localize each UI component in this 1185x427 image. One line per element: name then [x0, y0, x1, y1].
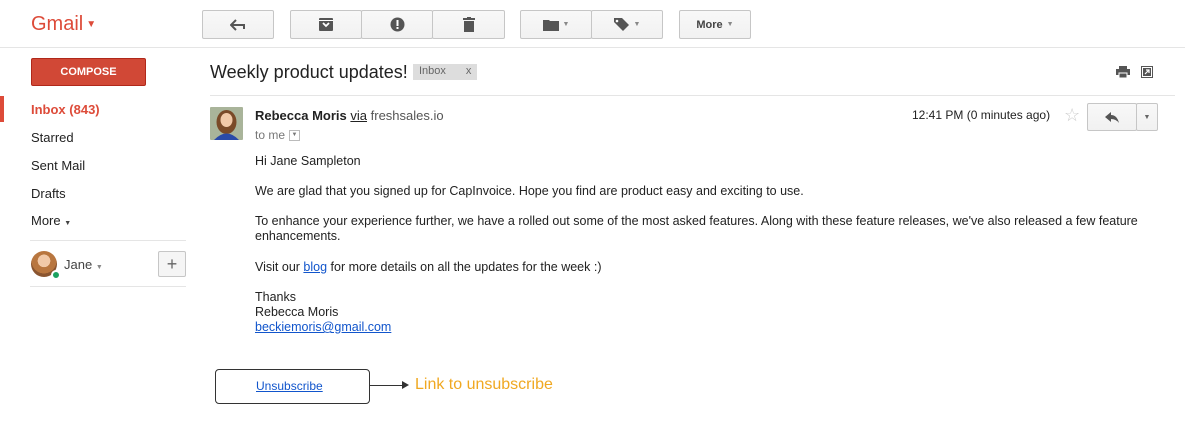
- report-spam-button[interactable]: [361, 10, 433, 39]
- caret-down-icon: ▼: [562, 21, 570, 28]
- archive-button[interactable]: [290, 10, 362, 39]
- more-button[interactable]: More ▼: [679, 10, 751, 39]
- organize-button-group: ▼ ▼: [520, 10, 663, 39]
- label-chip-name[interactable]: Inbox: [419, 65, 446, 79]
- greeting: Hi Jane Sampleton: [255, 154, 361, 168]
- signoff: Thanks: [255, 290, 296, 304]
- signature-name: Rebecca Moris: [255, 305, 339, 319]
- more-label: More: [31, 213, 61, 228]
- caret-down-icon: ▼: [633, 21, 641, 28]
- more-label: More: [696, 18, 723, 31]
- annotation-arrow: [370, 385, 405, 386]
- tag-icon: [613, 17, 629, 31]
- add-contact-button[interactable]: +: [158, 251, 186, 277]
- logo-text: Gmail: [31, 13, 84, 35]
- delete-button[interactable]: [432, 10, 505, 39]
- sidebar-item-more[interactable]: More ▼: [31, 213, 71, 228]
- active-indicator: [0, 96, 4, 122]
- caret-down-icon: ▼: [726, 21, 734, 28]
- sender-domain: freshsales.io: [370, 108, 444, 123]
- paragraph-text: Visit our: [255, 260, 304, 274]
- gmail-logo[interactable]: Gmail ▼: [31, 13, 96, 36]
- sidebar-item-sent-mail[interactable]: Sent Mail: [31, 158, 85, 173]
- reply-icon: [1105, 111, 1119, 123]
- archive-icon: [319, 18, 333, 31]
- sidebar: COMPOSE Inbox (843) Starred Sent Mail Dr…: [0, 48, 190, 427]
- compose-button[interactable]: COMPOSE: [31, 58, 146, 86]
- action-button-group: [290, 10, 505, 39]
- body-paragraph-1: We are glad that you signed up for CapIn…: [255, 184, 804, 198]
- email-subject: Weekly product updates!: [210, 62, 408, 82]
- divider: [30, 286, 186, 287]
- remove-label-icon[interactable]: x: [466, 65, 472, 79]
- arrow-head-icon: [402, 381, 409, 389]
- recipient-text: to me: [255, 128, 286, 142]
- caret-down-icon: ▼: [1143, 113, 1151, 121]
- caret-down-icon: ▼: [95, 264, 103, 271]
- caret-down-icon: ▼: [64, 220, 72, 227]
- spam-icon: [390, 17, 404, 32]
- folder-icon: [542, 19, 559, 31]
- account-name-label: Jane: [64, 257, 93, 272]
- sender-info: Rebecca Moris via freshsales.io: [255, 108, 444, 123]
- recipient-line: to me ▼: [255, 128, 301, 142]
- back-arrow-icon: [230, 18, 245, 31]
- move-to-button[interactable]: ▼: [520, 10, 592, 39]
- email-link[interactable]: beckiemoris@gmail.com: [255, 320, 391, 334]
- unsubscribe-callout-box: Unsubscribe: [215, 369, 370, 404]
- back-button[interactable]: [202, 10, 274, 39]
- new-window-icon[interactable]: [1141, 66, 1153, 81]
- account-name[interactable]: Jane ▼: [64, 257, 103, 272]
- sender-name[interactable]: Rebecca Moris: [255, 108, 347, 123]
- label-chip-inbox: Inbox x: [413, 64, 478, 80]
- labels-button[interactable]: ▼: [591, 10, 663, 39]
- trash-icon: [462, 17, 475, 32]
- signature-email: beckiemoris@gmail.com: [255, 320, 1155, 335]
- reply-button[interactable]: [1087, 103, 1137, 131]
- top-toolbar: Gmail ▼ ▼ ▼ More ▼: [0, 0, 1185, 48]
- online-status-icon: [51, 270, 61, 280]
- reply-button-group: ▼: [1087, 103, 1158, 131]
- body-paragraph-2: To enhance your experience further, we h…: [255, 214, 1138, 243]
- annotation-label: Link to unsubscribe: [415, 376, 553, 393]
- show-details-icon[interactable]: ▼: [289, 129, 301, 141]
- paragraph-text: for more details on all the updates for …: [327, 260, 602, 274]
- via-link[interactable]: via: [350, 108, 367, 123]
- caret-down-icon: ▼: [86, 19, 97, 30]
- message-timestamp: 12:41 PM (0 minutes ago): [912, 108, 1051, 122]
- star-icon[interactable]: ☆: [1064, 105, 1080, 126]
- print-icon[interactable]: [1116, 66, 1130, 81]
- plus-icon: +: [166, 253, 178, 274]
- sender-avatar: [210, 107, 243, 140]
- divider: [30, 240, 186, 241]
- sidebar-item-drafts[interactable]: Drafts: [31, 186, 66, 201]
- sidebar-item-starred[interactable]: Starred: [31, 130, 74, 145]
- divider: [210, 95, 1175, 96]
- sidebar-item-inbox[interactable]: Inbox (843): [31, 102, 100, 117]
- body-paragraph-3: Visit our blog for more details on all t…: [255, 260, 1155, 275]
- blog-link[interactable]: blog: [303, 260, 327, 274]
- reply-options-button[interactable]: ▼: [1136, 103, 1158, 131]
- unsubscribe-link[interactable]: Unsubscribe: [256, 379, 323, 393]
